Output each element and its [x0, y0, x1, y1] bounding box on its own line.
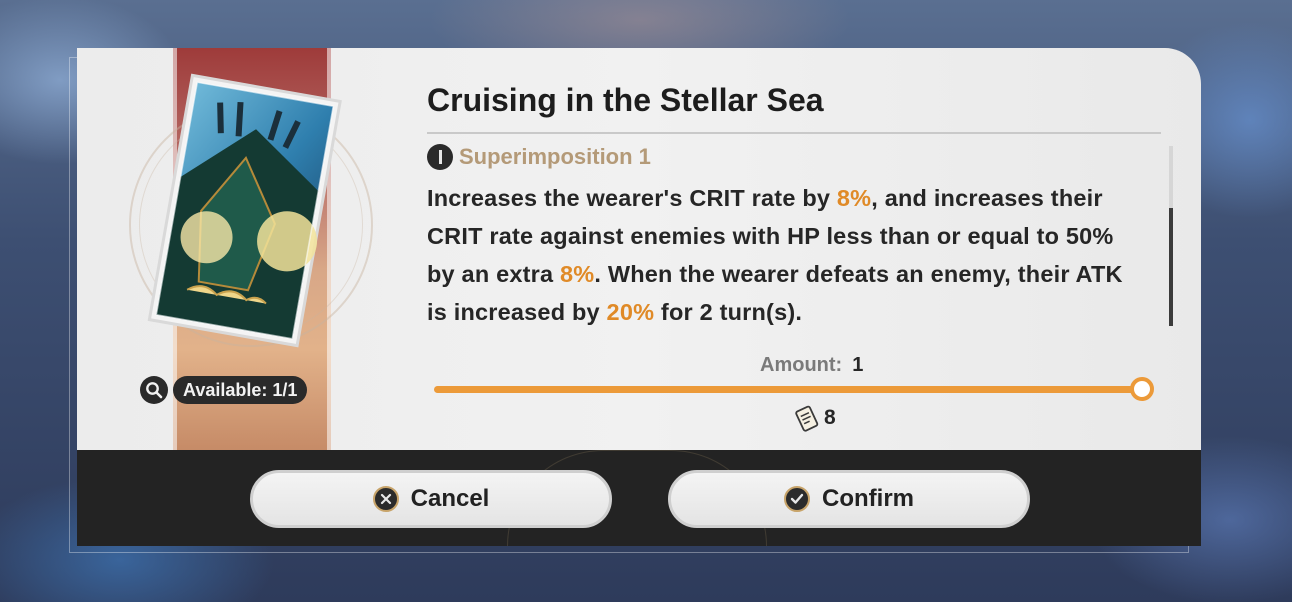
title-divider: [427, 132, 1161, 134]
desc-highlight: 8%: [836, 185, 872, 211]
availability-indicator: Available: 1/1: [140, 375, 308, 405]
desc-highlight: 20%: [606, 299, 655, 325]
superimposition-row: Superimposition 1: [427, 144, 651, 170]
light-cone-card-art: [147, 73, 342, 348]
effect-description: Increases the wearer's CRIT rate by 8%, …: [427, 179, 1147, 331]
amount-row: Amount: 1: [760, 354, 863, 377]
superimposition-rank-icon: [427, 144, 453, 170]
desc-highlight: 8%: [560, 261, 595, 287]
checkmark-icon: [784, 486, 810, 512]
amount-label: Amount:: [760, 354, 843, 376]
amount-value: 1: [852, 354, 864, 376]
desc-segment: Increases the wearer's CRIT rate by: [427, 185, 837, 211]
desc-segment: for 2 turn(s).: [654, 299, 803, 325]
light-cone-title: Cruising in the Stellar Sea: [427, 82, 824, 118]
cost-row: 8: [792, 403, 836, 433]
available-count: Available: 1/1: [173, 376, 308, 404]
search-icon[interactable]: [140, 376, 168, 404]
confirm-button[interactable]: Confirm: [668, 470, 1030, 528]
description-scrollbar-thumb[interactable]: [1169, 208, 1173, 326]
light-cone-dialog: Available: 1/1 Cruising in the Stellar S…: [77, 48, 1201, 546]
cancel-button[interactable]: Cancel: [250, 470, 612, 528]
amount-slider[interactable]: [434, 386, 1142, 393]
confirm-button-label: Confirm: [822, 485, 914, 512]
cost-value: 8: [824, 406, 836, 429]
cancel-button-label: Cancel: [410, 485, 490, 512]
dialog-footer: Cancel Confirm: [77, 450, 1201, 546]
superimposition-label: Superimposition 1: [459, 144, 651, 169]
ticket-icon: [795, 405, 819, 432]
close-icon: [372, 486, 399, 512]
amount-slider-handle[interactable]: [1130, 377, 1154, 401]
dialog-body: Available: 1/1 Cruising in the Stellar S…: [77, 48, 1201, 450]
